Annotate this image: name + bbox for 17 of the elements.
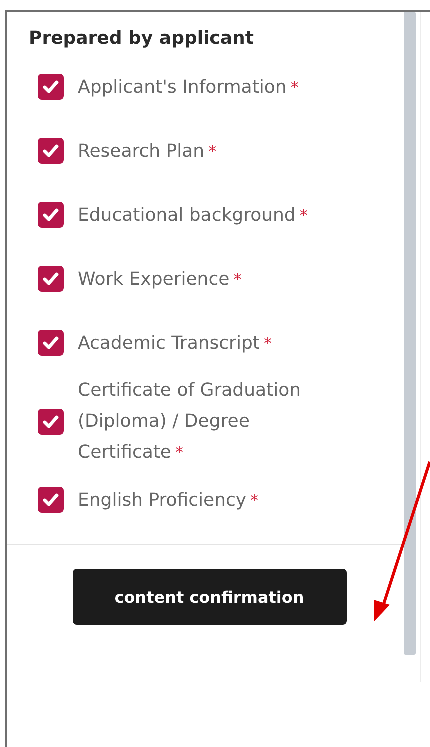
item-label: English Proficiency *: [78, 488, 260, 512]
item-label: Applicant's Information *: [78, 76, 300, 100]
item-label: Work Experience *: [78, 268, 243, 292]
scrollbar[interactable]: [404, 12, 416, 655]
item-label: Research Plan *: [78, 140, 218, 164]
section-title: Prepared by applicant: [29, 28, 255, 49]
item-label: Certificate of Graduation (Diploma) / Degree Certificate *: [78, 379, 302, 465]
item-label: Academic Transcript *: [78, 332, 273, 356]
item-label: Educational background *: [78, 204, 309, 228]
checkbox[interactable]: [38, 487, 64, 513]
checkbox[interactable]: [38, 74, 64, 100]
checkbox[interactable]: [38, 202, 64, 228]
checkbox[interactable]: [38, 266, 64, 292]
confirm-button[interactable]: content confirmation: [72, 569, 346, 625]
checkbox[interactable]: [38, 408, 64, 434]
checkbox[interactable]: [38, 138, 64, 164]
checkbox[interactable]: [38, 330, 64, 356]
